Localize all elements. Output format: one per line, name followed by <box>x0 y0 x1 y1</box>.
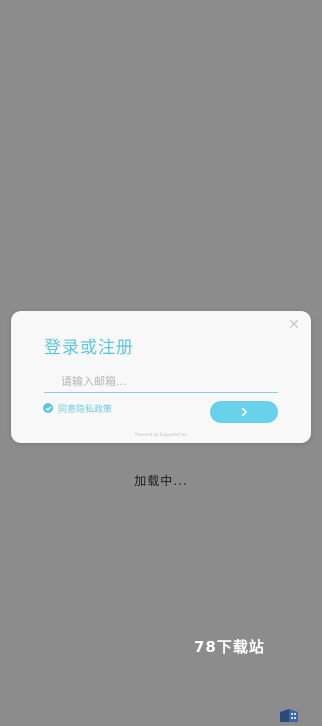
login-dialog: ✕ 登录或注册 同意隐私政策 Powered by Supported by <box>11 311 311 443</box>
watermark-text: 78下载站 <box>194 638 265 656</box>
privacy-agree-label: 同意隐私政策 <box>58 404 113 415</box>
building-icon <box>278 707 300 722</box>
chevron-right-icon <box>240 405 249 420</box>
email-input[interactable] <box>44 371 278 393</box>
powered-by-text: Powered by Supported by <box>135 432 187 437</box>
loading-text: 加载中... <box>134 474 188 488</box>
dialog-title: 登录或注册 <box>44 338 134 358</box>
check-circle-icon <box>43 403 53 413</box>
next-button[interactable] <box>210 401 278 423</box>
close-icon[interactable]: ✕ <box>287 318 301 332</box>
privacy-agree-checkbox[interactable]: 同意隐私政策 <box>43 401 112 415</box>
